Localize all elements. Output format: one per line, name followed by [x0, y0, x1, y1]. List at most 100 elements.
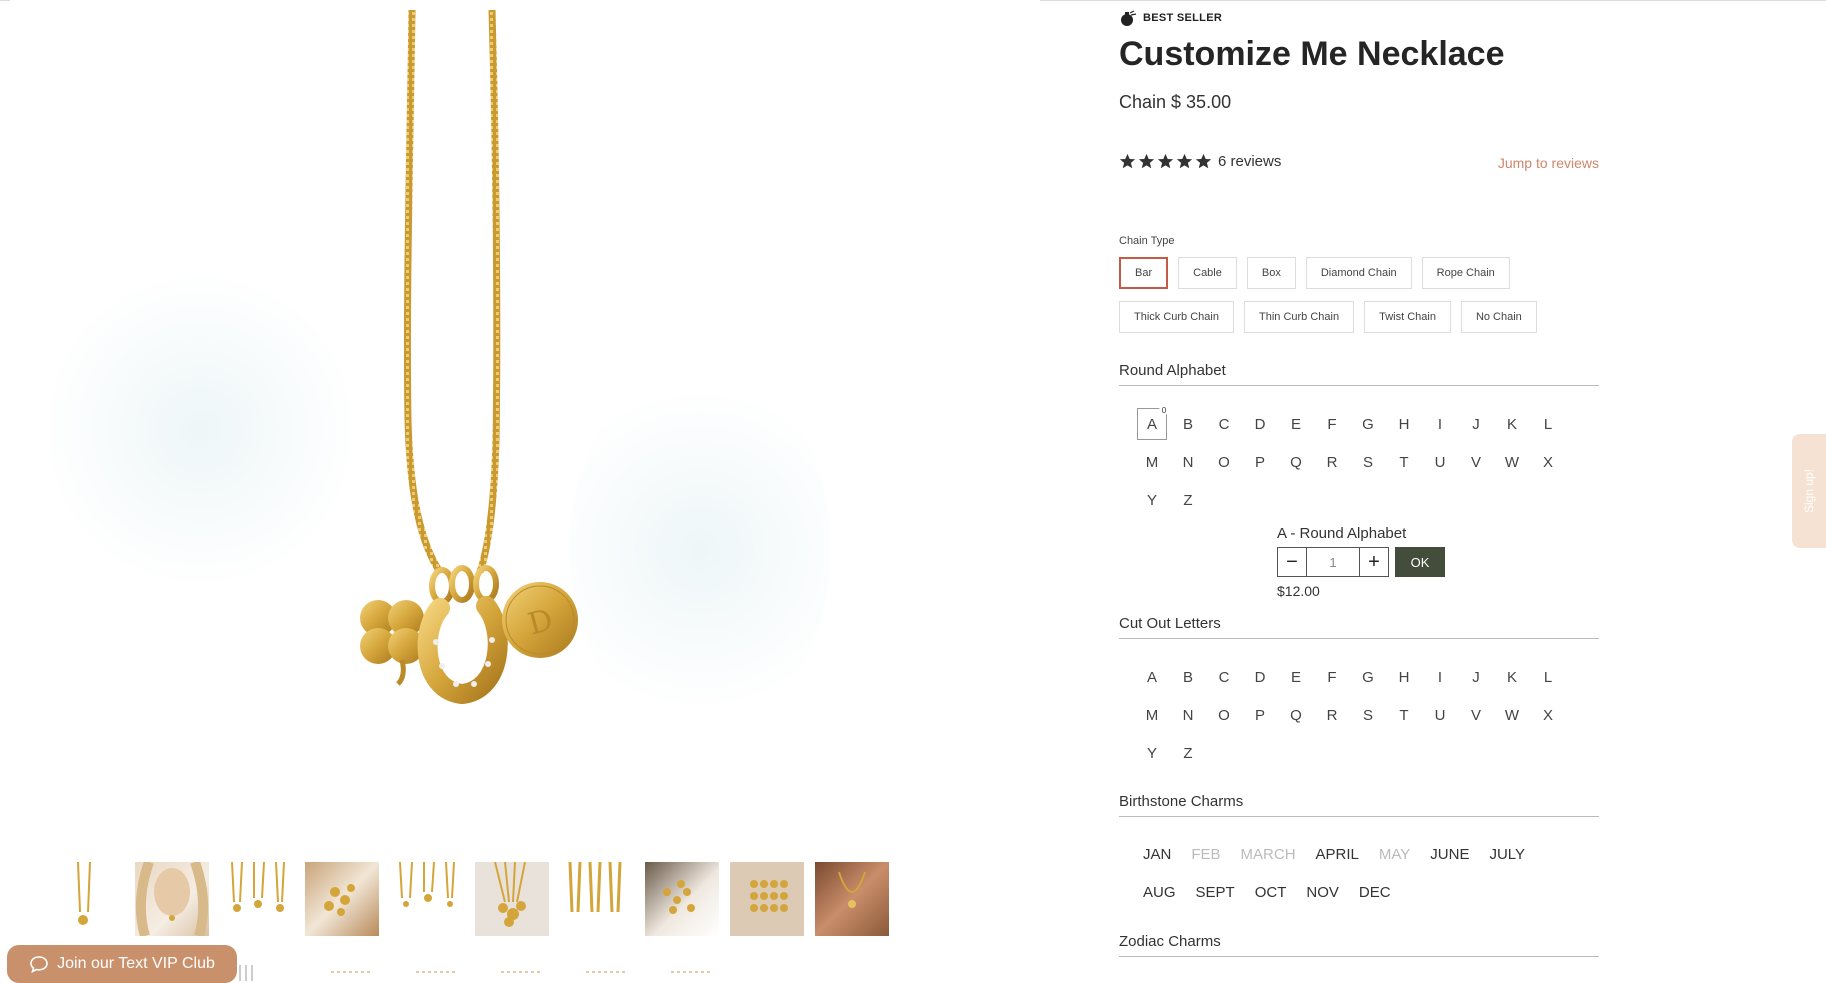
- round-alphabet-letter-k[interactable]: K: [1497, 408, 1527, 440]
- thumbnail-15[interactable]: [570, 960, 644, 981]
- cut-out-letters-letter-s[interactable]: S: [1353, 699, 1383, 731]
- chain-option-diamond-chain[interactable]: Diamond Chain: [1305, 257, 1412, 289]
- thumbnail-11[interactable]: [230, 960, 304, 981]
- thumbnail-8[interactable]: [645, 862, 719, 936]
- birthstone-month-feb[interactable]: FEB: [1191, 841, 1220, 869]
- cut-out-letters-letter-v[interactable]: V: [1461, 699, 1491, 731]
- cut-out-letters-letter-q[interactable]: Q: [1281, 699, 1311, 731]
- cut-out-letters-letter-w[interactable]: W: [1497, 699, 1527, 731]
- round-alphabet-letter-x[interactable]: X: [1533, 446, 1563, 478]
- round-alphabet-letter-n[interactable]: N: [1173, 446, 1203, 478]
- cut-out-letters-letter-m[interactable]: M: [1137, 699, 1167, 731]
- round-alphabet-letter-z[interactable]: Z: [1173, 484, 1203, 516]
- birthstone-month-june[interactable]: JUNE: [1430, 841, 1469, 869]
- round-alphabet-letter-e[interactable]: E: [1281, 408, 1311, 440]
- round-alphabet-letter-g[interactable]: G: [1353, 408, 1383, 440]
- thumbnail-13[interactable]: [400, 960, 474, 981]
- round-alphabet-letter-s[interactable]: S: [1353, 446, 1383, 478]
- cut-out-letters-letter-f[interactable]: F: [1317, 661, 1347, 693]
- ok-button[interactable]: OK: [1395, 547, 1445, 577]
- birthstone-month-april[interactable]: APRIL: [1316, 841, 1359, 869]
- thumbnail-1[interactable]: [50, 862, 124, 936]
- chain-option-box[interactable]: Box: [1246, 257, 1296, 289]
- round-alphabet-letter-b[interactable]: B: [1173, 408, 1203, 440]
- cut-out-letters-letter-y[interactable]: Y: [1137, 737, 1167, 769]
- chain-option-twist-chain[interactable]: Twist Chain: [1364, 301, 1451, 333]
- cut-out-letters-letter-l[interactable]: L: [1533, 661, 1563, 693]
- chain-option-thin-curb-chain[interactable]: Thin Curb Chain: [1243, 301, 1355, 333]
- product-main-image[interactable]: D: [10, 0, 1040, 830]
- thumbnail-7[interactable]: [560, 862, 634, 936]
- cut-out-letters-letter-g[interactable]: G: [1353, 661, 1383, 693]
- round-alphabet-letter-w[interactable]: W: [1497, 446, 1527, 478]
- chain-option-cable[interactable]: Cable: [1178, 257, 1237, 289]
- cut-out-letters-letter-z[interactable]: Z: [1173, 737, 1203, 769]
- birthstone-month-july[interactable]: JULY: [1489, 841, 1525, 869]
- quantity-input[interactable]: [1306, 548, 1360, 576]
- jump-to-reviews-link[interactable]: Jump to reviews: [1498, 155, 1599, 171]
- round-alphabet-letter-m[interactable]: M: [1137, 446, 1167, 478]
- cut-out-letters-letter-c[interactable]: C: [1209, 661, 1239, 693]
- increment-button[interactable]: +: [1360, 548, 1388, 576]
- cut-out-letters-letter-b[interactable]: B: [1173, 661, 1203, 693]
- thumbnail-10[interactable]: [815, 862, 889, 936]
- round-alphabet-letter-t[interactable]: T: [1389, 446, 1419, 478]
- round-alphabet-letter-j[interactable]: J: [1461, 408, 1491, 440]
- round-alphabet-letter-r[interactable]: R: [1317, 446, 1347, 478]
- round-alphabet-letter-d[interactable]: D: [1245, 408, 1275, 440]
- thumbnail-4[interactable]: [305, 862, 379, 936]
- cut-out-letters-letter-n[interactable]: N: [1173, 699, 1203, 731]
- cut-out-letters-letter-u[interactable]: U: [1425, 699, 1455, 731]
- cut-out-letters-letter-k[interactable]: K: [1497, 661, 1527, 693]
- birthstone-month-sept[interactable]: SEPT: [1196, 879, 1235, 907]
- cut-out-letters-letter-r[interactable]: R: [1317, 699, 1347, 731]
- round-alphabet-letter-o[interactable]: O: [1209, 446, 1239, 478]
- rating-stars[interactable]: 6 reviews: [1119, 153, 1281, 170]
- necklace-illustration: D: [360, 9, 578, 705]
- decrement-button[interactable]: −: [1278, 548, 1306, 576]
- round-alphabet-letter-p[interactable]: P: [1245, 446, 1275, 478]
- round-alphabet-letter-a[interactable]: A0: [1137, 405, 1169, 440]
- cut-out-letters-letter-x[interactable]: X: [1533, 699, 1563, 731]
- birthstone-month-may[interactable]: MAY: [1379, 841, 1410, 869]
- thumbnail-3[interactable]: [220, 862, 294, 936]
- join-vip-club-button[interactable]: Join our Text VIP Club: [7, 945, 237, 983]
- thumbnail-12[interactable]: [315, 960, 389, 981]
- birthstone-month-march[interactable]: MARCH: [1241, 841, 1296, 869]
- round-alphabet-letter-i[interactable]: I: [1425, 408, 1455, 440]
- cut-out-letters-letter-e[interactable]: E: [1281, 661, 1311, 693]
- cut-out-letters-letter-d[interactable]: D: [1245, 661, 1275, 693]
- cut-out-letters-letter-a[interactable]: A: [1137, 661, 1167, 693]
- thumbnail-14[interactable]: [485, 960, 559, 981]
- cut-out-letters-letter-i[interactable]: I: [1425, 661, 1455, 693]
- cut-out-letters-letter-h[interactable]: H: [1389, 661, 1419, 693]
- thumbnail-16[interactable]: [655, 960, 729, 981]
- round-alphabet-letter-h[interactable]: H: [1389, 408, 1419, 440]
- chain-option-bar[interactable]: Bar: [1119, 257, 1169, 289]
- birthstone-month-nov[interactable]: NOV: [1306, 879, 1339, 907]
- chain-option-thick-curb-chain[interactable]: Thick Curb Chain: [1119, 301, 1234, 333]
- round-alphabet-letter-f[interactable]: F: [1317, 408, 1347, 440]
- thumbnail-6[interactable]: [475, 862, 549, 936]
- popup-title: A - Round Alphabet: [1277, 525, 1407, 542]
- round-alphabet-letter-c[interactable]: C: [1209, 408, 1239, 440]
- thumbnail-9[interactable]: [730, 862, 804, 936]
- thumbnail-5[interactable]: [390, 862, 464, 936]
- birthstone-month-jan[interactable]: JAN: [1143, 841, 1171, 869]
- cut-out-letters-letter-j[interactable]: J: [1461, 661, 1491, 693]
- birthstone-month-aug[interactable]: AUG: [1143, 879, 1176, 907]
- thumbnail-2[interactable]: [135, 862, 209, 936]
- chain-option-no-chain[interactable]: No Chain: [1460, 301, 1537, 333]
- sign-up-side-tab[interactable]: Sign up!: [1792, 434, 1826, 548]
- round-alphabet-letter-l[interactable]: L: [1533, 408, 1563, 440]
- round-alphabet-letter-q[interactable]: Q: [1281, 446, 1311, 478]
- birthstone-month-dec[interactable]: DEC: [1359, 879, 1391, 907]
- cut-out-letters-letter-t[interactable]: T: [1389, 699, 1419, 731]
- cut-out-letters-letter-p[interactable]: P: [1245, 699, 1275, 731]
- birthstone-month-oct[interactable]: OCT: [1255, 879, 1287, 907]
- round-alphabet-letter-u[interactable]: U: [1425, 446, 1455, 478]
- round-alphabet-letter-y[interactable]: Y: [1137, 484, 1167, 516]
- cut-out-letters-letter-o[interactable]: O: [1209, 699, 1239, 731]
- round-alphabet-letter-v[interactable]: V: [1461, 446, 1491, 478]
- chain-option-rope-chain[interactable]: Rope Chain: [1421, 257, 1510, 289]
